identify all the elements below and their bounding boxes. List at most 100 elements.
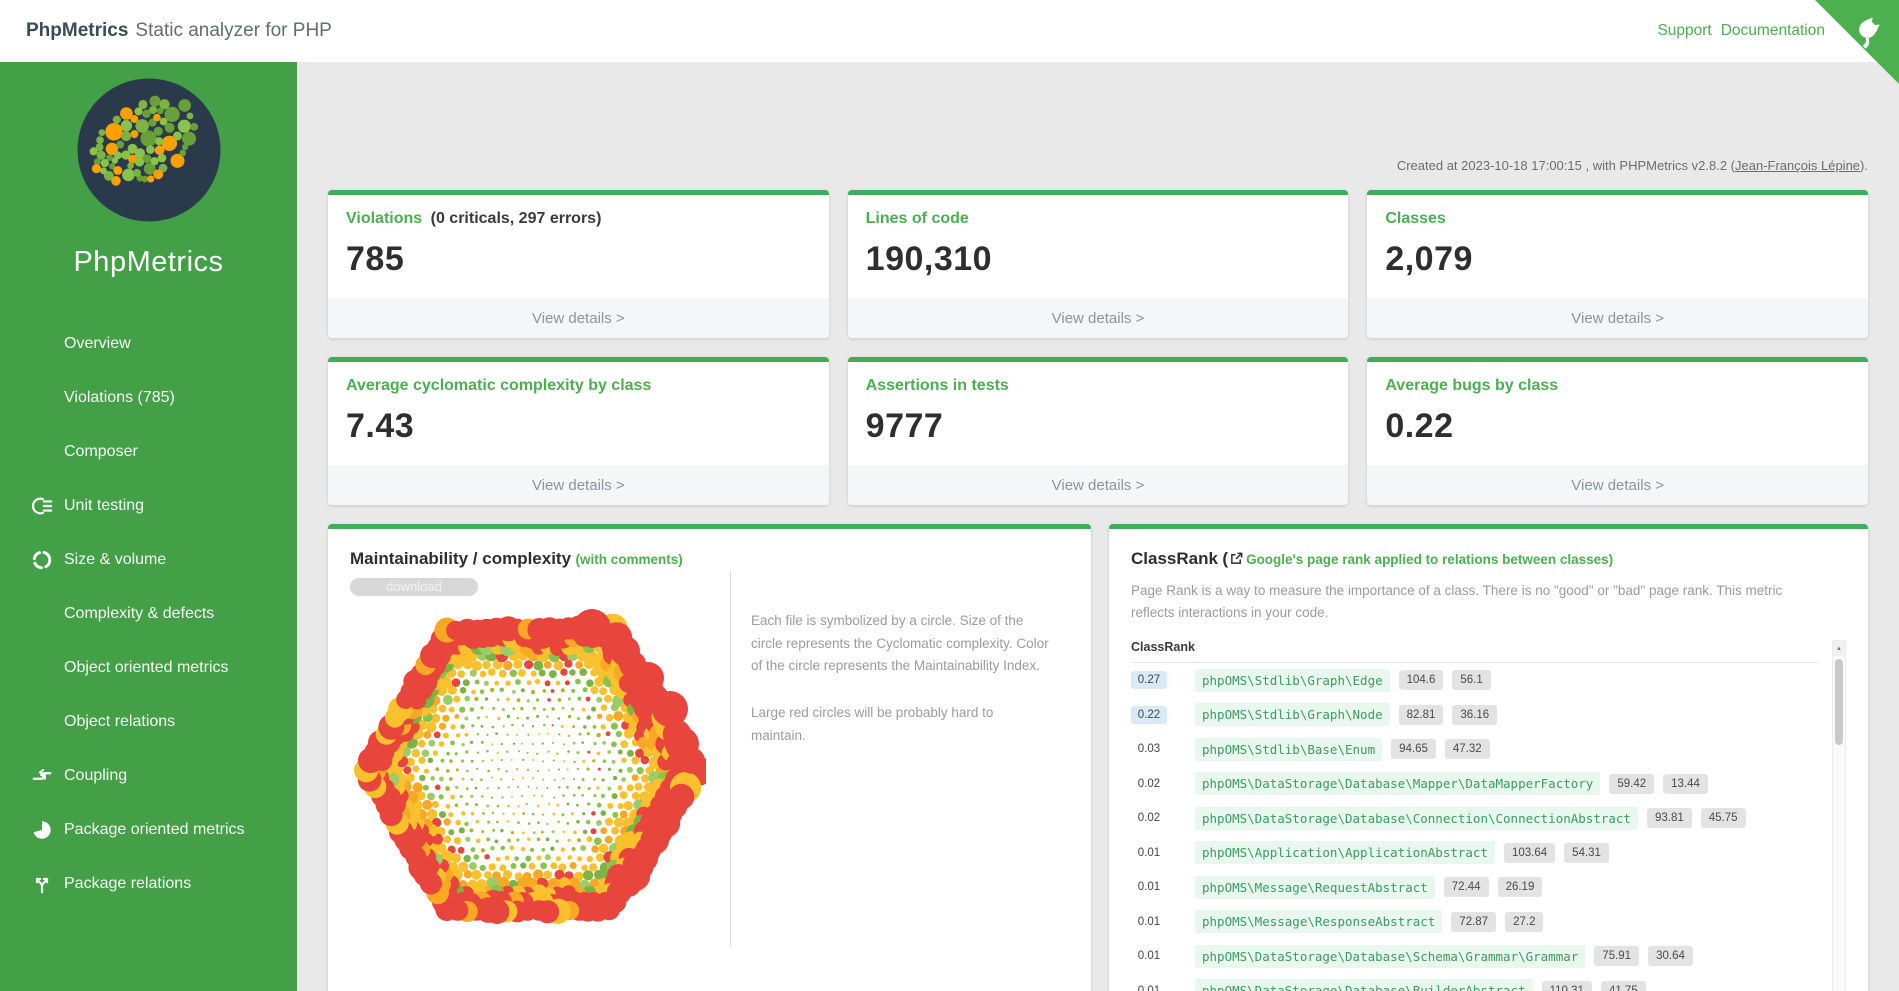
metric-badge: 72.44 — [1444, 877, 1489, 897]
support-link[interactable]: Support — [1657, 22, 1711, 40]
pagerank-link[interactable]: Google's page rank applied to relations … — [1246, 552, 1609, 567]
metric-badge: 26.19 — [1498, 877, 1543, 897]
sidebar-item-coupling[interactable]: Coupling — [0, 749, 297, 803]
sidebar-item-object-oriented-metrics[interactable]: Object oriented metrics — [0, 641, 297, 695]
classrank-row: 0.22phpOMS\Stdlib\Graph\Node82.8136.16 — [1131, 698, 1818, 733]
metric-badge: 59.42 — [1609, 774, 1654, 794]
class-link[interactable]: phpOMS\Stdlib\Graph\Edge — [1195, 669, 1390, 692]
classrank-row: 0.03phpOMS\Stdlib\Base\Enum94.6547.32 — [1131, 732, 1818, 767]
dashed-circle-icon — [30, 548, 54, 572]
classrank-row: 0.27phpOMS\Stdlib\Graph\Edge104.656.1 — [1131, 663, 1818, 698]
card-lines-of-code: Lines of code 190,310 View details > — [848, 190, 1349, 338]
classrank-row: 0.01phpOMS\DataStorage\Database\Schema\G… — [1131, 939, 1818, 974]
card-value: 785 — [346, 240, 811, 279]
classrank-table: ClassRank 0.27 phpOMS\Stdlib\Graph\Edge 10… — [1131, 640, 1846, 991]
sidebar-item-overview[interactable]: Overview — [0, 317, 297, 371]
class-link[interactable]: phpOMS\DataStorage\Database\BuilderAbstr… — [1195, 979, 1533, 991]
metric-badge: 13.44 — [1663, 774, 1708, 794]
metric-badge: 30.64 — [1648, 946, 1693, 966]
classrank-value: 0.01 — [1131, 878, 1167, 896]
view-details-link[interactable]: View details > — [1367, 298, 1868, 338]
card-value: 9777 — [866, 407, 1331, 446]
maintainability-panel: Maintainability / complexity (with comme… — [328, 524, 1091, 991]
card-value: 2,079 — [1385, 240, 1850, 279]
classrank-value: 0.22 — [1131, 706, 1167, 724]
created-at-line: Created at 2023-10-18 17:00:15 , with PH… — [328, 158, 1868, 173]
sidebar-item-object-relations[interactable]: Object relations — [0, 695, 297, 749]
table-scrollbar[interactable]: ▲ — [1832, 640, 1846, 991]
blank-icon — [30, 440, 54, 464]
view-details-link[interactable]: View details > — [848, 298, 1349, 338]
metric-badge: 104.6 — [1399, 670, 1444, 690]
classrank-row: 0.01 phpOMS\Message\ResponseAbstract 72.87… — [1131, 905, 1818, 940]
classrank-value: 0.02 — [1131, 809, 1167, 827]
classrank-panel: ClassRank (Google's page rank applied to… — [1109, 524, 1868, 991]
class-link[interactable]: phpOMS\Stdlib\Base\Enum — [1195, 738, 1382, 761]
arrows-icon — [30, 764, 54, 788]
sidebar-app-name: PhpMetrics — [0, 246, 297, 279]
metric-badge: 94.65 — [1391, 739, 1436, 759]
metric-badge: 93.81 — [1647, 808, 1692, 828]
classrank-value: 0.01 — [1131, 913, 1167, 931]
sidebar-item-composer[interactable]: Composer — [0, 425, 297, 479]
external-link-icon — [1230, 552, 1243, 570]
class-link[interactable]: phpOMS\Message\RequestAbstract — [1195, 876, 1435, 899]
card-classes: Classes 2,079 View details > — [1367, 190, 1868, 338]
card-title: Average cyclomatic complexity by class — [346, 377, 651, 394]
class-link[interactable]: phpOMS\DataStorage\Database\Schema\Gramm… — [1195, 945, 1585, 968]
sidebar-item-package-oriented-metrics[interactable]: Package oriented metrics — [0, 803, 297, 857]
view-details-link[interactable]: View details > — [328, 298, 829, 338]
classrank-rows: 0.27phpOMS\Stdlib\Graph\Edge104.656.10.2… — [1131, 663, 1818, 991]
metric-badge: 72.87 — [1451, 912, 1496, 932]
view-details-link[interactable]: View details > — [848, 465, 1349, 505]
github-ribbon[interactable] — [1815, 0, 1899, 84]
card-assertions-in-tests: Assertions in tests 9777 View details > — [848, 357, 1349, 505]
github-octocat-icon — [1815, 0, 1899, 84]
classrank-row: 0.01phpOMS\Application\ApplicationAbstra… — [1131, 836, 1818, 871]
author-link[interactable]: Jean-François Lépine — [1735, 158, 1860, 173]
bottom-panels: Maintainability / complexity (with comme… — [328, 524, 1868, 991]
classrank-value: 0.01 — [1131, 982, 1167, 991]
class-link[interactable]: phpOMS\Stdlib\Graph\Node — [1195, 703, 1390, 726]
sidebar-item-unit-testing[interactable]: Unit testing — [0, 479, 297, 533]
list-icon — [30, 494, 54, 518]
top-nav: Support Documentation — [1657, 22, 1825, 40]
classrank-row: 0.02 phpOMS\DataStorage\Database\Connecti… — [1131, 801, 1818, 836]
classrank-value: 0.03 — [1131, 740, 1167, 758]
class-link[interactable]: phpOMS\Application\ApplicationAbstract — [1195, 841, 1495, 864]
logo-bubbles-icon — [75, 76, 223, 224]
sidebar-item-violations[interactable]: Violations (785) — [0, 371, 297, 425]
metric-badge: 82.81 — [1399, 705, 1444, 725]
sidebar-item-package-relations[interactable]: Package relations — [0, 857, 297, 911]
maintainability-bubble-chart[interactable] — [350, 598, 730, 947]
bubble-chart-svg — [350, 598, 706, 942]
metric-badge: 45.75 — [1701, 808, 1746, 828]
classrank-column-header[interactable]: ClassRank — [1131, 640, 1818, 663]
classrank-description: Page Rank is a way to measure the import… — [1131, 580, 1811, 623]
scrollbar-thumb[interactable] — [1835, 659, 1843, 745]
classrank-row: 0.01 phpOMS\DataStorage\Database\BuilderA… — [1131, 974, 1818, 991]
blank-icon — [30, 656, 54, 680]
class-link[interactable]: phpOMS\DataStorage\Database\Mapper\DataM… — [1195, 772, 1600, 795]
view-details-link[interactable]: View details > — [328, 465, 829, 505]
download-button[interactable]: download — [350, 578, 478, 596]
card-value: 7.43 — [346, 407, 811, 446]
card-title: Assertions in tests — [866, 377, 1009, 394]
metric-badge: 27.2 — [1505, 912, 1543, 932]
sidebar-nav: Overview Violations (785) Composer Unit … — [0, 317, 297, 911]
documentation-link[interactable]: Documentation — [1721, 22, 1825, 40]
classrank-value: 0.27 — [1131, 671, 1167, 689]
class-link[interactable]: phpOMS\Message\ResponseAbstract — [1195, 910, 1442, 933]
class-link[interactable]: phpOMS\DataStorage\Database\Connection\C… — [1195, 807, 1638, 830]
brand-subtitle: Static analyzer for PHP — [135, 20, 331, 42]
view-details-link[interactable]: View details > — [1367, 465, 1868, 505]
sidebar-item-complexity-defects[interactable]: Complexity & defects — [0, 587, 297, 641]
classrank-row: 0.01 phpOMS\Message\RequestAbstract 72.44 2… — [1131, 870, 1818, 905]
metric-badge: 103.64 — [1504, 843, 1555, 863]
sidebar-item-size-volume[interactable]: Size & volume — [0, 533, 297, 587]
fork-icon — [30, 872, 54, 896]
classrank-value: 0.02 — [1131, 775, 1167, 793]
metric-badge: 41.75 — [1601, 981, 1646, 991]
scroll-up-arrow[interactable]: ▲ — [1833, 641, 1845, 656]
card-value: 0.22 — [1385, 407, 1850, 446]
